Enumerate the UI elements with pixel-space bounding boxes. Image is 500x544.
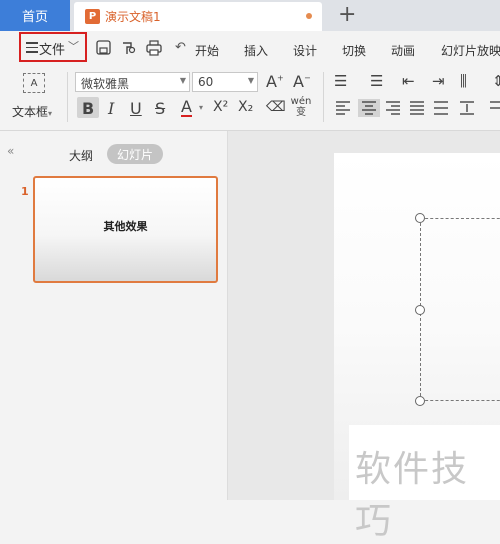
- textbox-icon[interactable]: A: [23, 73, 45, 93]
- font-size-value: 60: [198, 75, 214, 89]
- format-painter-icon[interactable]: [120, 40, 138, 56]
- unsaved-dot-icon: [306, 13, 312, 19]
- underline-button[interactable]: U: [130, 99, 142, 118]
- save-icon[interactable]: [95, 40, 113, 56]
- menu-animations[interactable]: 动画: [391, 42, 415, 59]
- resize-handle-middle-left[interactable]: [415, 305, 425, 315]
- tab-outline[interactable]: 大纲: [69, 147, 93, 164]
- superscript-button[interactable]: X²: [213, 99, 228, 115]
- font-name-value: 微软雅黑: [81, 77, 130, 91]
- tab-document[interactable]: P 演示文稿1: [74, 2, 322, 31]
- tab-slides[interactable]: 幻灯片: [107, 144, 163, 164]
- document-title: 演示文稿1: [105, 10, 161, 24]
- italic-button[interactable]: I: [108, 99, 114, 118]
- line-spacing-icon[interactable]: ⇕: [492, 72, 500, 90]
- menu-insert[interactable]: 插入: [244, 42, 268, 59]
- alignment-group: [336, 99, 500, 117]
- bullets-icon[interactable]: ☰: [334, 72, 347, 90]
- textbox-label: 文本框: [12, 105, 49, 119]
- decrease-indent-icon[interactable]: ⇤: [402, 72, 415, 90]
- font-size-select[interactable]: 60 ▼: [192, 72, 258, 92]
- selected-textbox[interactable]: [420, 218, 500, 401]
- menu-design[interactable]: 设计: [293, 42, 317, 59]
- menu-slideshow[interactable]: 幻灯片放映: [441, 42, 500, 59]
- resize-handle-top-left[interactable]: [415, 213, 425, 223]
- clear-format-icon[interactable]: ⌫: [266, 99, 286, 115]
- strikethrough-button[interactable]: S: [155, 99, 165, 118]
- file-menu-label: 文件: [39, 43, 66, 58]
- watermark-text: 软件技巧: [355, 449, 470, 542]
- dropdown-caret-icon: ▼: [179, 76, 186, 85]
- increase-font-icon[interactable]: A+: [266, 72, 284, 91]
- print-icon[interactable]: [145, 40, 163, 56]
- undo-icon[interactable]: ↶: [175, 40, 186, 55]
- pinyin-guide-button[interactable]: wén 变: [290, 96, 312, 118]
- tab-bar: 首页 P 演示文稿1 +: [0, 0, 500, 31]
- hamburger-icon: [26, 42, 38, 53]
- menu-transitions[interactable]: 切换: [342, 42, 366, 59]
- tab-home[interactable]: 首页: [0, 0, 70, 31]
- textbox-button[interactable]: 文本框▾: [12, 103, 52, 120]
- slide-thumbnail[interactable]: 其他效果: [33, 176, 218, 283]
- bold-button[interactable]: B: [82, 99, 94, 118]
- increase-indent-icon[interactable]: ⇥: [432, 72, 445, 90]
- presentation-icon: P: [85, 9, 100, 24]
- slide-number: 1: [21, 185, 29, 198]
- new-tab-plus-icon[interactable]: +: [338, 2, 356, 28]
- font-color-caret-icon[interactable]: ▾: [199, 103, 203, 112]
- font-color-button[interactable]: A: [181, 99, 192, 117]
- file-menu-button[interactable]: 文件 ﹀: [19, 32, 87, 62]
- columns-icon[interactable]: ⫼: [460, 72, 467, 90]
- resize-handle-bottom-left[interactable]: [415, 396, 425, 406]
- numbering-icon[interactable]: ☰: [370, 72, 383, 90]
- dropdown-caret-icon: ▼: [247, 76, 254, 85]
- collapse-panel-icon[interactable]: «: [7, 144, 14, 158]
- slide-thumbnail-title: 其他效果: [103, 220, 148, 233]
- toolbar-divider: [323, 72, 324, 122]
- subscript-button[interactable]: X₂: [238, 99, 253, 115]
- menu-start[interactable]: 开始: [195, 42, 219, 59]
- decrease-font-icon[interactable]: A−: [293, 72, 311, 91]
- chevron-down-icon: ﹀: [68, 40, 79, 53]
- font-name-select[interactable]: 微软雅黑 ▼: [75, 72, 190, 92]
- toolbar-divider: [67, 72, 68, 122]
